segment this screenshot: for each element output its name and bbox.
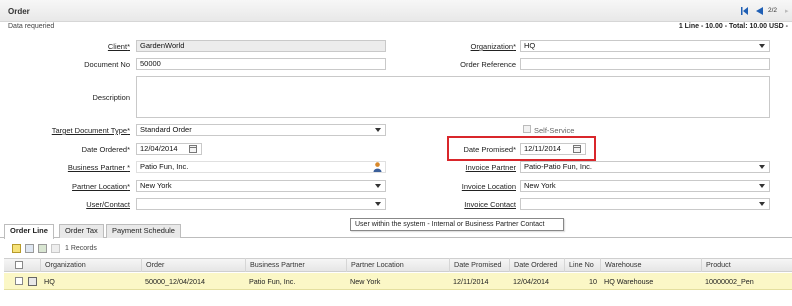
calendar-icon[interactable] [189,145,197,153]
business-partner-field[interactable]: Patio Fun, Inc. [136,161,386,173]
organization-label[interactable]: Organization* [471,42,516,51]
target-document-type-select[interactable]: Standard Order [136,124,386,136]
user-contact-select[interactable] [136,198,386,210]
chevron-down-icon [375,184,381,188]
column-header-product[interactable]: Product [701,258,792,272]
delete-record-icon[interactable] [38,244,47,253]
chevron-down-icon [375,202,381,206]
edit-record-icon[interactable] [25,244,34,253]
refresh-icon[interactable] [51,244,60,253]
record-position: 2/2 [768,7,778,14]
tab-payment-schedule[interactable]: Payment Schedule [106,224,181,238]
calendar-icon[interactable] [573,145,581,153]
new-record-icon[interactable] [12,244,21,253]
order-summary: 1 Line - 10.00 - Total: 10.00 USD - [678,23,788,30]
date-promised-field[interactable]: 12/11/2014 [520,143,586,155]
cell-order[interactable]: 50000_12/04/2014 [141,273,205,290]
organization-select[interactable]: HQ [520,40,770,52]
tab-order-line[interactable]: Order Line [4,224,54,239]
window-header [0,0,792,22]
column-header-line-no[interactable]: Line No [564,258,600,272]
table-row[interactable] [4,273,792,290]
self-service-checkbox[interactable] [523,125,531,133]
order-reference-label: Order Reference [460,60,516,69]
column-header-date-ordered[interactable]: Date Ordered [509,258,564,272]
row-checkbox[interactable] [15,277,23,285]
business-partner-label[interactable]: Business Partner * [68,163,130,172]
status-message: Data requeried [8,23,55,30]
previous-record-icon[interactable] [756,7,763,15]
column-header-warehouse[interactable]: Warehouse [600,258,701,272]
target-document-type-label[interactable]: Target Document Type* [52,126,130,135]
column-header-business-partner[interactable]: Business Partner [245,258,346,272]
column-header-date-promised[interactable]: Date Promised [449,258,509,272]
date-ordered-label: Date Ordered* [81,145,130,154]
invoice-contact-label[interactable]: Invoice Contact [464,200,516,209]
chevron-down-icon [759,165,765,169]
date-ordered-field[interactable]: 12/04/2014 [136,143,202,155]
record-count: 1 Records [65,245,97,252]
date-promised-label: Date Promised* [463,145,516,154]
invoice-partner-label[interactable]: Invoice Partner [466,163,516,172]
document-no-field[interactable]: 50000 [136,58,386,70]
column-header-partner-location[interactable]: Partner Location [346,258,449,272]
person-icon[interactable] [373,162,382,172]
cell-business-partner[interactable]: Patio Fun, Inc. [245,273,295,290]
tab-order-tax[interactable]: Order Tax [59,224,104,238]
chevron-down-icon [759,184,765,188]
invoice-partner-select[interactable]: Patio-Patio Fun, Inc. [520,161,770,173]
first-record-icon[interactable] [741,7,748,15]
edit-row-icon[interactable] [28,277,37,286]
partner-location-label[interactable]: Partner Location* [72,182,130,191]
partner-location-select[interactable]: New York [136,180,386,192]
select-all-checkbox[interactable] [15,261,23,269]
invoice-location-label[interactable]: Invoice Location [462,182,516,191]
cell-partner-location[interactable]: New York [346,273,380,290]
chevron-down-icon [759,44,765,48]
document-no-label: Document No [84,60,130,69]
column-header-order[interactable]: Order [141,258,245,272]
cell-date-promised[interactable]: 12/11/2014 [449,273,488,290]
client-field: GardenWorld [136,40,386,52]
description-label: Description [92,93,130,102]
next-record-icon[interactable]: ▸ [785,7,789,15]
order-reference-field[interactable] [520,58,770,70]
client-label[interactable]: Client* [108,42,130,51]
user-contact-label[interactable]: User/Contact [86,200,130,209]
chevron-down-icon [759,202,765,206]
cell-date-ordered[interactable]: 12/04/2014 [509,273,549,290]
description-textarea[interactable] [136,76,770,118]
cell-organization[interactable]: HQ [40,273,55,290]
cell-warehouse[interactable]: HQ Warehouse [600,273,653,290]
invoice-location-select[interactable]: New York [520,180,770,192]
cell-line-no[interactable]: 10 [564,273,600,290]
invoice-contact-select[interactable] [520,198,770,210]
self-service-label: Self-Service [534,126,575,135]
window-title: Order [8,7,30,16]
chevron-down-icon [375,128,381,132]
cell-product[interactable]: 10000002_Pen [701,273,754,290]
column-header-organization[interactable]: Organization [40,258,141,272]
user-contact-tooltip: User within the system - Internal or Bus… [350,218,564,231]
